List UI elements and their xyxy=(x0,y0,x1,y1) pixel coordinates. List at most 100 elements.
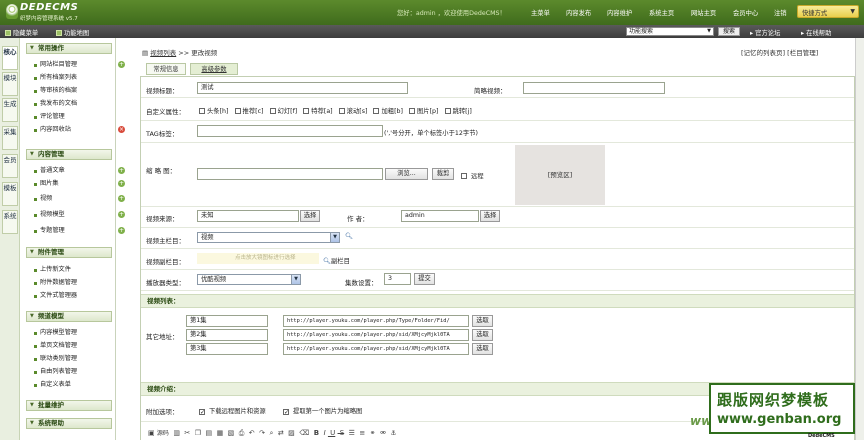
episode-count-input[interactable]: 3 xyxy=(384,273,411,285)
menu-item-video[interactable]: 视频 + xyxy=(34,195,125,203)
thumbnail-input[interactable] xyxy=(197,168,383,180)
menu-section-common[interactable]: ▼ 常用操作 xyxy=(26,43,112,54)
add-icon[interactable]: + xyxy=(118,195,125,202)
search-button[interactable]: 搜索 xyxy=(718,27,740,36)
tab-core[interactable]: 核心 xyxy=(2,46,18,70)
episode-name-input[interactable]: 第1集 xyxy=(186,315,268,327)
bold-icon[interactable]: B xyxy=(311,429,319,437)
menu-item-single-page[interactable]: 单页文档管理 xyxy=(34,342,77,350)
tab-basic-info[interactable]: 常规信息 xyxy=(146,63,186,75)
crop-button[interactable]: 裁剪 xyxy=(432,168,454,180)
menu-item-pending-docs[interactable]: 等审核的档案 xyxy=(34,87,77,95)
italic-icon[interactable]: I xyxy=(321,429,326,437)
episode-url-input[interactable]: http://player.youku.com/player.php/Type/… xyxy=(283,315,469,327)
author-input[interactable]: admin xyxy=(401,210,479,222)
menu-item-recycle-bin[interactable]: 内容回收站 × xyxy=(34,126,125,134)
add-icon[interactable]: + xyxy=(118,61,125,68)
menu-item-column-manage[interactable]: 网站栏目管理 + xyxy=(34,61,125,69)
paste-word-icon[interactable]: ▧ xyxy=(225,429,235,437)
magnifier-icon[interactable]: 🔍︎ xyxy=(345,232,353,240)
nav-logout[interactable]: 注销 xyxy=(774,8,787,17)
attr-headline-checkbox[interactable] xyxy=(199,108,205,114)
source-select-button[interactable]: 选择 xyxy=(300,210,320,222)
function-search-select[interactable]: 功能搜索 ▼ xyxy=(626,27,714,36)
attr-bold-checkbox[interactable] xyxy=(373,108,380,114)
breadcrumb-link[interactable]: 视频列表 xyxy=(150,49,176,57)
remembered-list-link[interactable]: [记忆的列表页] xyxy=(741,49,785,57)
attr-scroll-checkbox[interactable] xyxy=(338,108,345,114)
copy-icon[interactable]: ❐ xyxy=(193,429,201,437)
main-category-select[interactable]: 视频 ▼ xyxy=(197,232,340,243)
source-icon[interactable]: ▣ xyxy=(148,429,155,437)
menu-item-linkage[interactable]: 联动类别管理 xyxy=(34,355,77,363)
menu-item-comments[interactable]: 评论管理 xyxy=(34,113,65,121)
underline-icon[interactable]: U xyxy=(328,429,335,437)
tab-template[interactable]: 模板 xyxy=(2,182,18,206)
menu-item-images[interactable]: 图片集 + xyxy=(34,180,125,188)
strike-icon[interactable]: S xyxy=(338,429,344,437)
tab-system[interactable]: 系统 xyxy=(2,210,18,234)
remote-checkbox[interactable] xyxy=(461,173,467,179)
select-all-icon[interactable]: ▨ xyxy=(286,429,295,437)
tab-collect[interactable]: 采集 xyxy=(2,126,18,150)
menu-item-video-model[interactable]: 视频模型 + xyxy=(34,211,125,219)
tag-input[interactable] xyxy=(197,125,383,137)
nav-content-publish[interactable]: 内容发布 xyxy=(566,8,591,17)
sub-category-link[interactable]: 🔍︎副栏目 xyxy=(323,256,350,265)
anchor-icon[interactable]: ⚓ xyxy=(388,429,396,437)
episode-count-submit[interactable]: 提交 xyxy=(414,273,435,285)
short-title-input[interactable] xyxy=(523,82,665,94)
nav-system-home[interactable]: 系统主页 xyxy=(649,8,674,17)
paste-text-icon[interactable]: ▦ xyxy=(214,429,224,437)
replace-icon[interactable]: ⇄ xyxy=(276,429,284,437)
nav-member-center[interactable]: 会员中心 xyxy=(733,8,758,17)
browse-button[interactable]: 浏览... xyxy=(385,168,428,180)
add-icon[interactable]: + xyxy=(118,180,125,187)
paste-icon[interactable]: ▤ xyxy=(203,429,212,437)
trash-icon[interactable]: × xyxy=(118,126,125,133)
tab-modules[interactable]: 模块 xyxy=(2,72,18,96)
attr-special-checkbox[interactable] xyxy=(303,108,310,114)
attr-jump-checkbox[interactable] xyxy=(444,108,451,114)
print-icon[interactable]: ⎙ xyxy=(237,429,245,437)
episode-url-input[interactable]: http://player.youku.com/player.php/sid/X… xyxy=(283,329,469,341)
help-link[interactable]: ▸ 在线帮助 xyxy=(801,28,831,37)
episode-name-input[interactable]: 第2集 xyxy=(186,329,268,341)
ordered-list-icon[interactable]: ☰ xyxy=(346,429,355,437)
episode-url-input[interactable]: http://player.youku.com/player.php/sid/X… xyxy=(283,343,469,355)
bullet-list-icon[interactable]: ≡ xyxy=(357,429,365,437)
menu-item-my-docs[interactable]: 我发布的文档 xyxy=(34,100,77,108)
menu-section-batch[interactable]: ▼ 批量维护 xyxy=(26,400,112,411)
redo-icon[interactable]: ↷ xyxy=(257,429,265,437)
author-select-button[interactable]: 选择 xyxy=(480,210,500,222)
menu-item-articles[interactable]: 普通文章 + xyxy=(34,167,125,175)
attr-recommend-checkbox[interactable] xyxy=(234,108,241,114)
link-icon[interactable]: ⚭ xyxy=(368,429,376,437)
menu-item-custom-form[interactable]: 自定义表单 xyxy=(34,381,71,389)
sub-category-field[interactable]: 点击放大镜图标进行选择 xyxy=(197,253,319,264)
menu-item-file-manager[interactable]: 文件式管理器 xyxy=(34,292,77,300)
episode-pick-button[interactable]: 选取 xyxy=(472,329,493,341)
main-scrollbar[interactable] xyxy=(855,38,864,440)
unlink-icon[interactable]: ⚮ xyxy=(378,429,386,437)
tab-advanced[interactable]: 高级参数 xyxy=(190,63,238,75)
source-button[interactable]: 源码 xyxy=(157,430,169,437)
menu-section-help[interactable]: ▼ 系统帮助 xyxy=(26,418,112,429)
title-input[interactable]: 测试 xyxy=(197,82,408,94)
menu-section-attachments[interactable]: ▼ 附件管理 xyxy=(26,247,112,258)
menu-item-topics[interactable]: 专题管理 + xyxy=(34,227,125,235)
menu-item-all-docs[interactable]: 所有档案列表 xyxy=(34,74,77,82)
add-icon[interactable]: + xyxy=(118,227,125,234)
forum-link[interactable]: ▸ 官方论坛 xyxy=(750,28,780,37)
add-icon[interactable]: + xyxy=(118,167,125,174)
source-input[interactable]: 未知 xyxy=(197,210,299,222)
extract-thumb-checkbox[interactable] xyxy=(283,409,289,415)
menu-section-channel-model[interactable]: ▼ 频道模型 xyxy=(26,311,112,322)
nav-main-menu[interactable]: 主菜单 xyxy=(531,8,550,17)
episode-pick-button[interactable]: 选取 xyxy=(472,343,493,355)
menu-item-upload[interactable]: 上传新文件 xyxy=(34,266,71,274)
column-manage-link[interactable]: [栏目管理] xyxy=(787,49,818,57)
menu-item-free-list[interactable]: 自由列表管理 xyxy=(34,368,77,376)
hide-menu-button[interactable]: 隐藏菜单 xyxy=(5,28,38,37)
cut-icon[interactable]: ✂ xyxy=(182,429,190,437)
